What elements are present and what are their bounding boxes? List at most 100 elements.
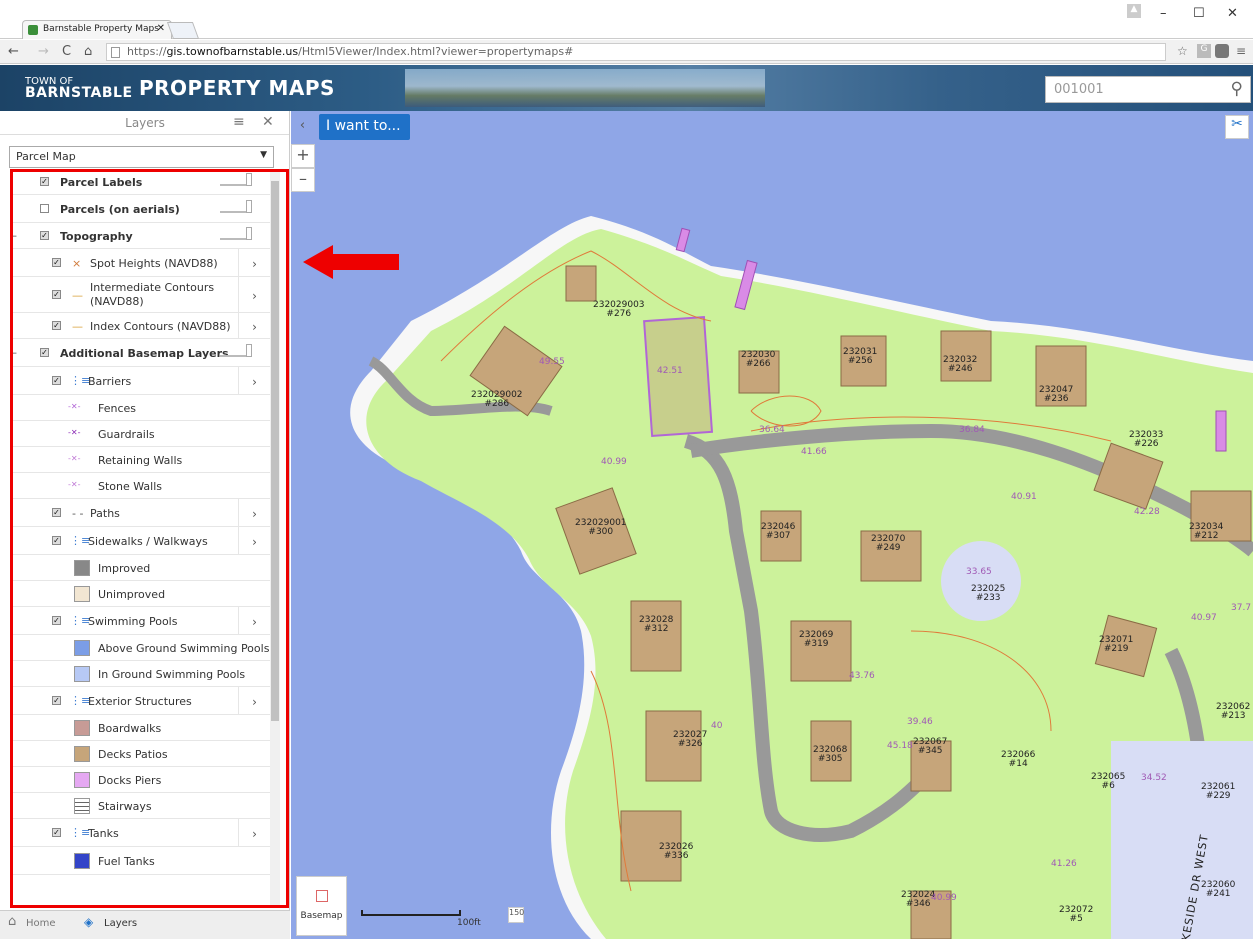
home-tab-icon[interactable]: ⌂: [8, 914, 16, 929]
parcel-label[interactable]: 232026 #336: [659, 843, 693, 861]
layer-checkbox[interactable]: [40, 204, 49, 213]
layer-row[interactable]: ✓ Parcel Labels: [10, 169, 276, 195]
collapse-group-icon[interactable]: —: [10, 229, 17, 242]
layer-row[interactable]: — ✓ Additional Basemap Layers: [10, 339, 276, 367]
profile-icon[interactable]: ▲: [1127, 4, 1141, 18]
zoom-out-button[interactable]: –: [291, 168, 315, 192]
layer-checkbox[interactable]: ✓: [40, 231, 49, 240]
parcel-label[interactable]: 232034 #212: [1189, 523, 1223, 541]
list-options-icon[interactable]: ≡: [233, 114, 245, 130]
layer-row[interactable]: Decks Patios: [10, 741, 276, 767]
scale-toggle-button[interactable]: 150: [508, 907, 524, 923]
layer-checkbox[interactable]: ✓: [52, 508, 61, 517]
opacity-slider[interactable]: [220, 173, 252, 186]
layer-row[interactable]: In Ground Swimming Pools: [10, 661, 276, 687]
layer-checkbox[interactable]: ✓: [52, 536, 61, 545]
close-tab-icon[interactable]: ✕: [157, 23, 165, 34]
layer-row[interactable]: ✓ ⋮≡ Tanks ›: [10, 819, 276, 847]
layer-row[interactable]: ✓ - - Paths ›: [10, 499, 276, 527]
layer-row[interactable]: -✕- Guardrails: [10, 421, 276, 447]
layer-row[interactable]: -✕- Retaining Walls: [10, 447, 276, 473]
layer-checkbox[interactable]: ✓: [40, 348, 49, 357]
bookmark-star-icon[interactable]: ☆: [1177, 44, 1188, 58]
parcel-label[interactable]: 232027 #326: [673, 731, 707, 749]
layer-checkbox[interactable]: ✓: [52, 321, 61, 330]
new-tab-button[interactable]: [166, 22, 200, 39]
url-field[interactable]: https://gis.townofbarnstable.us/Html5Vie…: [106, 43, 1166, 61]
reload-icon[interactable]: C: [62, 44, 71, 59]
chevron-right-icon[interactable]: ›: [238, 687, 270, 714]
collapse-group-icon[interactable]: —: [10, 346, 17, 359]
parcel-label[interactable]: 232065 #6: [1091, 773, 1125, 791]
layer-row[interactable]: Boardwalks: [10, 715, 276, 741]
maximize-icon[interactable]: ☐: [1193, 6, 1205, 21]
minimize-icon[interactable]: –: [1160, 6, 1167, 21]
parcel-label[interactable]: 232072 #5: [1059, 906, 1093, 924]
extension-2-icon[interactable]: [1215, 44, 1229, 58]
layer-checkbox[interactable]: ✓: [52, 828, 61, 837]
parcel-label[interactable]: 232032 #246: [943, 356, 977, 374]
parcel-label[interactable]: 232029001 #300: [575, 519, 627, 537]
chevron-right-icon[interactable]: ›: [238, 527, 270, 554]
layer-row[interactable]: -✕- Stone Walls: [10, 473, 276, 499]
layer-row[interactable]: Fuel Tanks: [10, 847, 276, 875]
home-icon[interactable]: ⌂: [84, 44, 92, 59]
layer-checkbox[interactable]: ✓: [52, 290, 61, 299]
parcel-label[interactable]: 232071 #219: [1099, 636, 1133, 654]
layer-row[interactable]: Improved: [10, 555, 276, 581]
collapse-panel-icon[interactable]: ‹: [295, 118, 310, 138]
layer-checkbox[interactable]: ✓: [52, 258, 61, 267]
parcel-label[interactable]: 232062 #213: [1216, 703, 1250, 721]
layer-row[interactable]: Docks Piers: [10, 767, 276, 793]
extension-icon[interactable]: G: [1197, 44, 1211, 58]
back-icon[interactable]: ←: [8, 44, 19, 59]
opacity-slider[interactable]: [220, 227, 252, 240]
i-want-to-button[interactable]: I want to...: [319, 114, 410, 140]
layers-tab-icon[interactable]: ◈: [84, 915, 93, 929]
chevron-right-icon[interactable]: ›: [238, 313, 270, 338]
map-view[interactable]: 232029003 #276 232029002 #286 232030 #266 2320…: [291, 111, 1253, 939]
parcel-label[interactable]: 232067 #345: [913, 738, 947, 756]
layer-checkbox[interactable]: ✓: [40, 177, 49, 186]
opacity-slider[interactable]: [220, 200, 252, 213]
basemap-button[interactable]: Basemap: [296, 876, 347, 936]
parcel-label[interactable]: 232030 #266: [741, 351, 775, 369]
browser-tab[interactable]: Barnstable Property Maps ✕: [22, 20, 172, 39]
parcel-label[interactable]: 232061 #229: [1201, 783, 1235, 801]
layer-row[interactable]: ✓ ⋮≡ Sidewalks / Walkways ›: [10, 527, 276, 555]
search-icon[interactable]: ⚲: [1231, 79, 1243, 99]
chevron-right-icon[interactable]: ›: [238, 499, 270, 526]
parcel-label[interactable]: 232033 #226: [1129, 431, 1163, 449]
forward-icon[interactable]: →: [38, 44, 49, 59]
layers-tab[interactable]: Layers: [104, 918, 137, 929]
home-tab[interactable]: Home: [26, 918, 56, 929]
parcel-label[interactable]: 232047 #236: [1039, 386, 1073, 404]
layer-row[interactable]: — ✓ Topography: [10, 223, 276, 249]
parcel-label[interactable]: 232046 #307: [761, 523, 795, 541]
parcel-label[interactable]: 232070 #249: [871, 535, 905, 553]
close-panel-icon[interactable]: ✕: [262, 114, 274, 130]
layer-row[interactable]: ✓ ⋮≡ Barriers ›: [10, 367, 276, 395]
layer-checkbox[interactable]: ✓: [52, 376, 61, 385]
chevron-right-icon[interactable]: ›: [238, 607, 270, 634]
layer-checkbox[interactable]: ✓: [52, 616, 61, 625]
tools-icon[interactable]: ✂: [1225, 115, 1249, 139]
close-window-icon[interactable]: ✕: [1227, 6, 1238, 21]
zoom-in-button[interactable]: +: [291, 144, 315, 168]
opacity-slider[interactable]: [220, 344, 252, 357]
layer-row[interactable]: ✓ — Index Contours (NAVD88) ›: [10, 313, 276, 339]
parcel-label[interactable]: 232025 #233: [971, 585, 1005, 603]
parcel-label[interactable]: 232031 #256: [843, 348, 877, 366]
layer-row[interactable]: Stairways: [10, 793, 276, 819]
layer-checkbox[interactable]: ✓: [52, 696, 61, 705]
layer-row[interactable]: ✓ ⋮≡ Swimming Pools ›: [10, 607, 276, 635]
chevron-right-icon[interactable]: ›: [238, 249, 270, 276]
layer-row[interactable]: ✓ × Spot Heights (NAVD88) ›: [10, 249, 276, 277]
layer-row[interactable]: Parcels (on aerials): [10, 195, 276, 223]
layer-row[interactable]: ✓ ⋮≡ Exterior Structures ›: [10, 687, 276, 715]
parcel-label[interactable]: 232060 #241: [1201, 881, 1235, 899]
menu-icon[interactable]: ≡: [1236, 44, 1246, 58]
chevron-right-icon[interactable]: ›: [238, 277, 270, 312]
layer-row[interactable]: ✓ — Intermediate Contours (NAVD88) ›: [10, 277, 276, 313]
layer-row[interactable]: Above Ground Swimming Pools: [10, 635, 276, 661]
